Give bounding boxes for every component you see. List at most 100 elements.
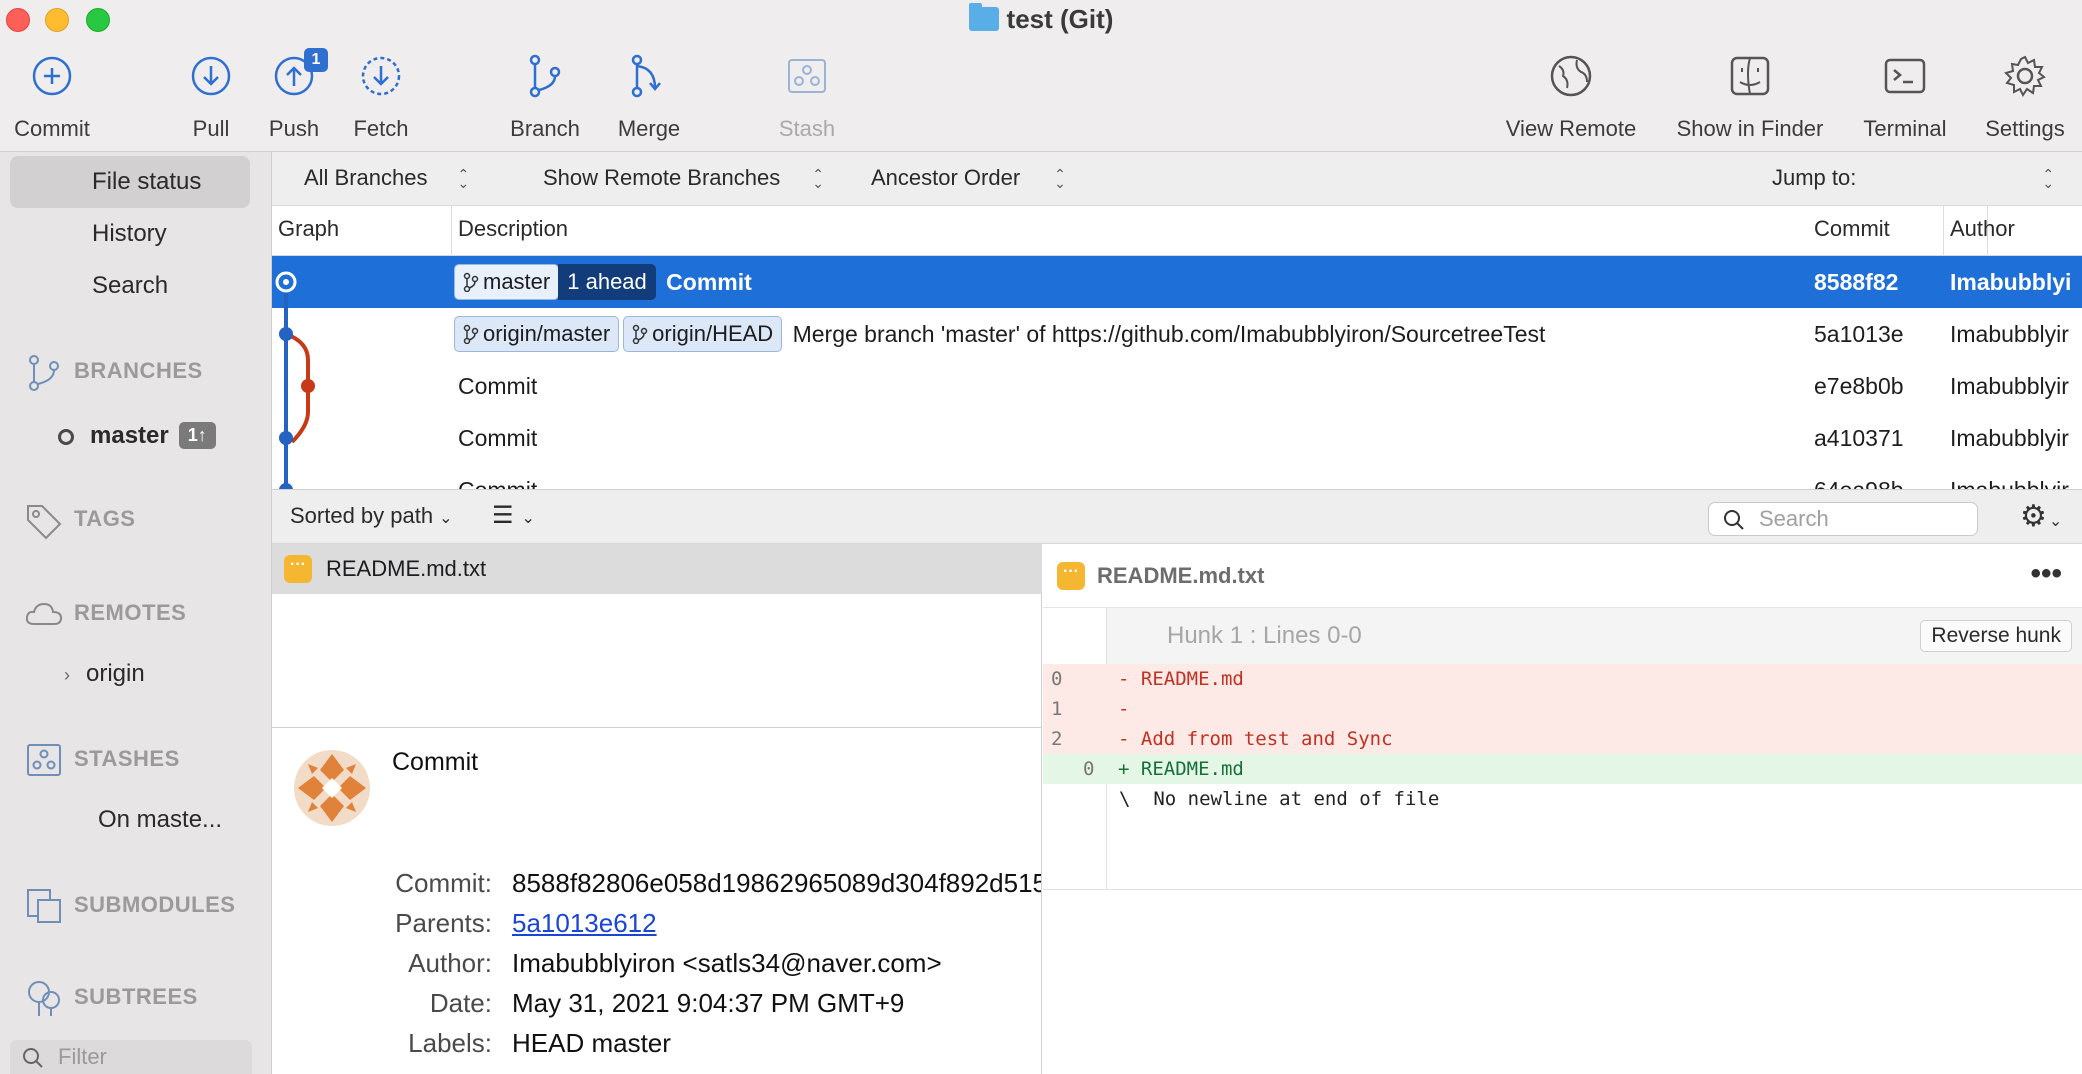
remote-name: origin — [86, 660, 145, 687]
branch-icon — [521, 52, 569, 100]
old-line-number: 2 — [1051, 728, 1063, 750]
parent-commit-link[interactable]: 5a1013e612 — [512, 908, 657, 939]
branch-button[interactable]: Branch — [506, 52, 584, 142]
merge-label: Merge — [617, 116, 681, 141]
more-options-icon[interactable]: ••• — [2030, 544, 2062, 604]
tags-section-label: TAGS — [74, 505, 136, 531]
tags-section-header[interactable]: TAGS — [24, 500, 135, 540]
diff-end-divider — [1043, 844, 2082, 890]
old-line-number: 1 — [1051, 698, 1063, 720]
sidebar-branch-master[interactable]: master 1↑ — [58, 422, 216, 450]
stash-button[interactable]: Stash — [774, 52, 840, 142]
file-search-input[interactable]: Search — [1708, 502, 1978, 536]
column-author[interactable]: Author — [1944, 206, 2082, 256]
commit-hash-full: 8588f82806e058d19862965089d304f892d515 — [512, 868, 1042, 898]
commit-row[interactable]: Commit e7e8b0b Imabubblyir — [272, 360, 2082, 412]
diff-line-note: \ No newline at end of file — [1043, 784, 2082, 814]
submodule-icon — [27, 889, 61, 923]
fetch-label: Fetch — [353, 116, 409, 141]
globe-icon — [1547, 52, 1595, 100]
fetch-button[interactable]: Fetch — [350, 52, 412, 142]
subtrees-section-header[interactable]: SUBTREES — [24, 978, 198, 1018]
file-name: README.md.txt — [326, 556, 487, 581]
push-button[interactable]: 1 Push — [266, 48, 328, 142]
settings-button[interactable]: Settings — [1980, 52, 2070, 142]
remote-branch-tag: origin/HEAD — [623, 316, 783, 352]
commit-hash: 8588f82 — [1814, 269, 1899, 295]
commit-author: Imabubblyir — [1950, 373, 2069, 399]
sidebar-item-search[interactable]: Search — [10, 260, 250, 312]
file-list-toolbar: Sorted by path ⌄ ☰ ⌄ Search ⚙ ⌄ — [272, 490, 2082, 544]
options-menu[interactable]: ⚙ ⌄ — [2020, 499, 2062, 534]
column-commit[interactable]: Commit — [1808, 206, 1944, 256]
chevron-down-icon: ⌄ — [439, 510, 453, 527]
file-row[interactable]: ··· README.md.txt — [272, 544, 1042, 594]
diff-file-name: README.md.txt — [1097, 563, 1265, 588]
tag-icon — [27, 505, 62, 540]
terminal-button[interactable]: Terminal — [1860, 52, 1950, 142]
sidebar-item-file-status[interactable]: File status — [10, 156, 250, 208]
push-icon: 1 — [270, 48, 328, 100]
fetch-icon — [357, 52, 405, 100]
merge-button[interactable]: Merge — [612, 52, 686, 142]
new-line-number: 0 — [1083, 758, 1095, 780]
commit-author: Imabubblyir — [1950, 425, 2069, 451]
commit-row[interactable]: Commit a410371 Imabubblyir — [272, 412, 2082, 464]
show-in-finder-button[interactable]: Show in Finder — [1670, 52, 1830, 142]
subtree-icon — [28, 981, 60, 1016]
stash-label: Stash — [778, 116, 836, 141]
commit-subject: Commit — [392, 748, 479, 776]
list-icon: ☰ — [492, 502, 514, 529]
jump-to-select[interactable]: Jump to: ⌃ ⌄ — [1772, 165, 2054, 191]
commit-row[interactable]: origin/master origin/HEAD Merge branch 'm… — [272, 308, 2082, 360]
commit-author: Imabubblyi — [1950, 269, 2072, 295]
branch-filter-select[interactable]: All Branches ⌃ ⌄ — [304, 165, 469, 191]
changed-files-list: ··· README.md.txt — [272, 544, 1042, 728]
stashes-section-header[interactable]: STASHES — [24, 740, 180, 780]
history-filter-bar: All Branches ⌃ ⌄ Show Remote Branches ⌃ ⌄ An… — [272, 152, 2082, 206]
branch-icon — [463, 324, 479, 345]
remote-branches-select[interactable]: Show Remote Branches ⌃ ⌄ — [543, 165, 824, 191]
sidebar-filter-input[interactable]: Filter — [10, 1040, 252, 1074]
sidebar-stash-item[interactable]: On maste... — [98, 806, 222, 834]
hunk-title: Hunk 1 : Lines 0-0 — [1167, 622, 1362, 649]
window-toolbar: test (Git) Commit Pull 1 Push Fetch Bran… — [0, 0, 2082, 152]
chevron-down-icon: ⌄ — [2048, 513, 2063, 530]
branch-filter-value: All Branches — [304, 165, 428, 190]
reverse-hunk-button[interactable]: Reverse hunk — [1920, 620, 2072, 652]
sidebar: File status History Search BRANCHES mast… — [0, 152, 272, 1074]
commit-row[interactable]: master 1 ahead Commit 8588f82 Imabubblyi — [272, 256, 2082, 308]
branch-label: Branch — [510, 116, 580, 141]
branches-section-header[interactable]: BRANCHES — [24, 352, 203, 392]
remotes-section-header[interactable]: REMOTES — [24, 594, 186, 634]
diff-line-text: - Add from test and Sync — [1118, 728, 1393, 750]
sort-menu[interactable]: Sorted by path ⌄ — [290, 503, 453, 529]
commit-icon — [28, 52, 76, 100]
jump-to-label: Jump to: — [1772, 165, 1857, 190]
diff-line-text: - — [1118, 698, 1130, 720]
order-select[interactable]: Ancestor Order ⌃ ⌄ — [871, 165, 1066, 191]
column-description[interactable]: Description — [452, 206, 1988, 256]
ahead-tag: 1 ahead — [558, 264, 656, 300]
commit-labels: HEAD master — [512, 1028, 671, 1058]
sidebar-remote-origin[interactable]: › origin — [64, 660, 145, 688]
pull-label: Pull — [192, 116, 230, 141]
view-remote-button[interactable]: View Remote — [1500, 52, 1642, 142]
push-count-badge: 1 — [304, 48, 328, 72]
labels-field-label: Labels: — [408, 1028, 492, 1058]
commit-row[interactable]: Commit 64ea98b Imabubblyir — [272, 464, 2082, 490]
view-mode-menu[interactable]: ☰ ⌄ — [492, 501, 535, 530]
graph-node — [279, 327, 293, 341]
column-graph[interactable]: Graph — [272, 206, 452, 256]
pull-button[interactable]: Pull — [186, 52, 236, 142]
commit-message: Commit — [666, 269, 752, 295]
commit-message: Commit — [458, 477, 538, 490]
graph-node — [301, 379, 315, 393]
sidebar-item-history[interactable]: History — [10, 208, 250, 260]
submodules-section-header[interactable]: SUBMODULES — [24, 886, 235, 926]
graph-node — [279, 431, 293, 445]
chevron-right-icon: › — [64, 665, 70, 685]
commit-button[interactable]: Commit — [8, 52, 96, 142]
sort-label: Sorted by path — [290, 503, 434, 528]
merge-icon — [625, 52, 673, 100]
